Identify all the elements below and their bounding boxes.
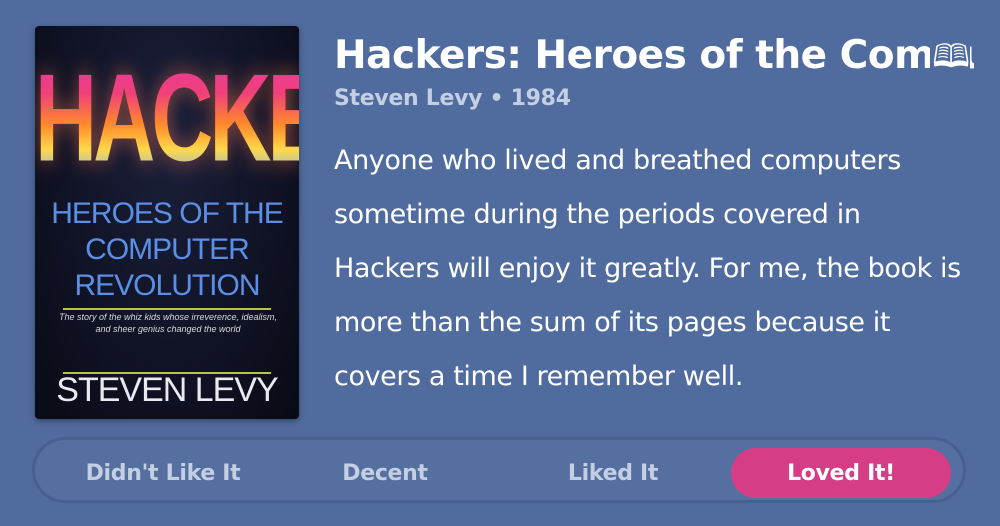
rating-option-didnt-like[interactable]: Didn't Like It bbox=[63, 448, 263, 498]
cover-divider bbox=[63, 308, 271, 310]
cover-title: HACKERS bbox=[35, 56, 299, 181]
rating-option-liked[interactable]: Liked It bbox=[513, 448, 713, 498]
cover-subtitle-line: HEROES OF THE bbox=[51, 197, 283, 230]
book-card: HACKERS HEROES OF THE COMPUTER REVOLUTIO… bbox=[0, 0, 1000, 526]
rating-option-loved[interactable]: Loved It! bbox=[731, 448, 951, 498]
cover-blurb: The story of the whiz kids whose irrever… bbox=[58, 312, 278, 334]
rating-option-decent[interactable]: Decent bbox=[285, 448, 485, 498]
book-title: Hackers: Heroes of the Compu bbox=[334, 33, 974, 78]
cover-subtitle-line: COMPUTER bbox=[85, 233, 250, 266]
book-meta: Steven Levy • 1984 bbox=[334, 86, 571, 111]
open-book-icon: 🕮 bbox=[930, 36, 970, 76]
book-review: Anyone who lived and breathed computers … bbox=[334, 145, 961, 392]
cover-subtitle: HEROES OF THE COMPUTER REVOLUTION bbox=[35, 196, 299, 304]
rating-selector: Didn't Like It Decent Liked It Loved It! bbox=[32, 437, 966, 503]
cover-author: STEVEN LEVY bbox=[56, 371, 278, 409]
book-cover-image: HACKERS HEROES OF THE COMPUTER REVOLUTIO… bbox=[35, 26, 299, 419]
cover-subtitle-line: REVOLUTION bbox=[74, 269, 260, 302]
book-title-row: Hackers: Heroes of the Compu 🕮 bbox=[334, 28, 974, 84]
